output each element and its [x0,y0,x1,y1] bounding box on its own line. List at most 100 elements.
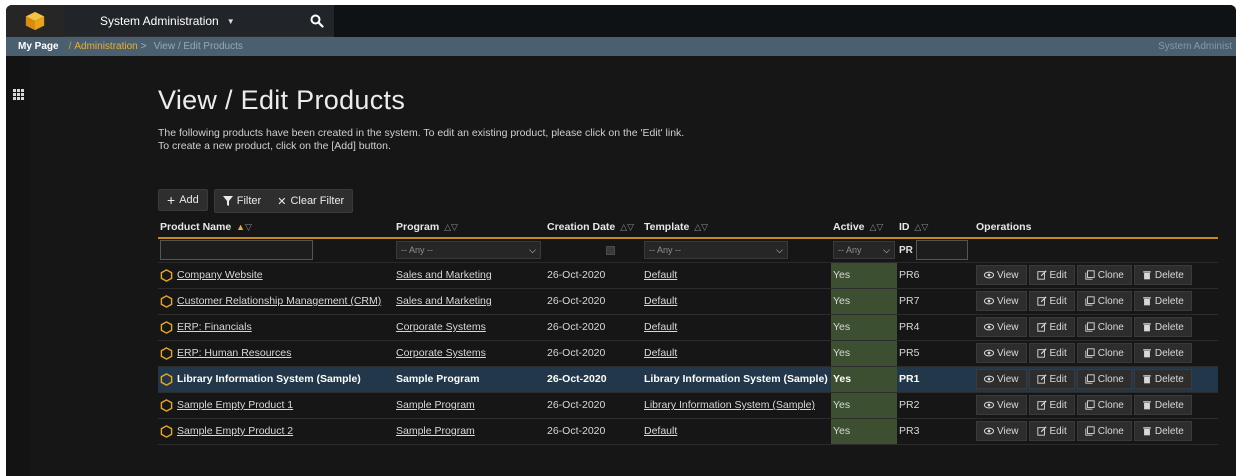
operations-cell: View Edit Clone Delete [976,317,1216,337]
product-name-link[interactable]: ERP: Human Resources [177,347,291,359]
delete-button[interactable]: Delete [1133,395,1192,415]
template-link[interactable]: Default [644,321,677,333]
app-logo[interactable] [6,5,64,37]
delete-button[interactable]: Delete [1133,265,1192,285]
program-link[interactable]: Sales and Marketing [396,269,492,281]
template-link[interactable]: Default [644,425,677,437]
clone-button[interactable]: Clone [1076,265,1132,285]
view-button[interactable]: View [976,343,1027,363]
program-link[interactable]: Corporate Systems [396,321,486,333]
edit-button[interactable]: Edit [1028,317,1075,337]
workspace-dropdown[interactable]: System Administration ▼ [100,14,235,28]
view-button[interactable]: View [976,421,1027,441]
creation-date-filter-checkbox[interactable] [606,245,615,255]
add-button[interactable]: + Add [158,189,208,211]
clone-button[interactable]: Clone [1076,291,1132,311]
breadcrumb-administration[interactable]: Administration [74,41,137,52]
search-button[interactable] [306,10,328,32]
view-button[interactable]: View [976,291,1027,311]
sort-arrows-icon[interactable]: △▽ [620,222,634,232]
col-header-creation-date[interactable]: Creation Date △▽ [545,216,642,239]
grid-menu-icon[interactable] [13,89,24,100]
clone-button[interactable]: Clone [1076,395,1132,415]
workspace-label: System Administration [100,14,219,28]
template-filter-select[interactable]: -- Any -- ⌵ [644,241,788,260]
table-row[interactable]: ERP: Human Resources Corporate Systems 2… [158,340,1218,367]
trash-icon [1143,271,1151,280]
col-header-active[interactable]: Active △▽ [831,216,897,239]
eye-icon [984,297,994,305]
edit-button[interactable]: Edit [1028,421,1075,441]
template-link[interactable]: Library Information System (Sample) [644,399,815,411]
creation-date-cell: 26-Oct-2020 [545,366,642,393]
clone-button[interactable]: Clone [1076,343,1132,363]
program-link[interactable]: Sample Program [396,373,479,385]
active-cell: Yes [831,262,897,289]
delete-button[interactable]: Delete [1133,291,1192,311]
program-link[interactable]: Sample Program [396,399,475,411]
product-name-link[interactable]: ERP: Financials [177,321,252,333]
header-row: Product Name ▲▽ Program △▽ Creation Date… [158,216,1218,239]
id-cell: PR4 [897,314,974,341]
product-name-link[interactable]: Library Information System (Sample) [177,373,361,385]
program-link[interactable]: Sales and Marketing [396,295,492,307]
clone-button[interactable]: Clone [1076,317,1132,337]
table-row[interactable]: Library Information System (Sample) Samp… [158,366,1218,393]
view-button[interactable]: View [976,395,1027,415]
view-button[interactable]: View [976,369,1027,389]
operations-cell: View Edit Clone Delete [976,291,1216,311]
product-name-link[interactable]: Company Website [177,269,263,281]
add-button-label: Add [179,194,199,206]
edit-button[interactable]: Edit [1028,265,1075,285]
table-row[interactable]: Customer Relationship Management (CRM) S… [158,288,1218,315]
creation-date-cell: 26-Oct-2020 [545,314,642,341]
edit-button[interactable]: Edit [1028,291,1075,311]
clone-icon [1085,374,1095,384]
breadcrumb-my-page[interactable]: My Page [18,41,59,52]
sort-arrows-icon[interactable]: △▽ [869,222,883,232]
sort-arrows-icon[interactable]: ▲▽ [236,222,252,232]
delete-button[interactable]: Delete [1133,343,1192,363]
sort-arrows-icon[interactable]: △▽ [914,222,928,232]
template-link[interactable]: Default [644,269,677,281]
clone-button[interactable]: Clone [1076,369,1132,389]
product-name-link[interactable]: Sample Empty Product 2 [177,425,293,437]
table-row[interactable]: Sample Empty Product 1 Sample Program 26… [158,392,1218,419]
sort-arrows-icon[interactable]: △▽ [694,222,708,232]
active-cell: Yes [831,314,897,341]
table-row[interactable]: ERP: Financials Corporate Systems 26-Oct… [158,314,1218,341]
product-name-link[interactable]: Customer Relationship Management (CRM) [177,295,381,307]
breadcrumb-current: View / Edit Products [153,41,243,52]
col-header-program[interactable]: Program △▽ [394,216,545,239]
col-header-product-name[interactable]: Product Name ▲▽ [158,216,394,239]
clone-icon [1085,426,1095,436]
edit-button[interactable]: Edit [1028,343,1075,363]
id-filter-input[interactable] [915,240,968,261]
clone-button[interactable]: Clone [1076,421,1132,441]
filter-button[interactable]: Filter [215,190,269,212]
view-button[interactable]: View [976,265,1027,285]
template-link[interactable]: Default [644,347,677,359]
sort-arrows-icon[interactable]: △▽ [444,222,458,232]
clear-filter-button[interactable]: ✕ Clear Filter [269,190,352,212]
edit-button[interactable]: Edit [1028,395,1075,415]
product-name-filter-input[interactable] [160,240,313,261]
edit-button[interactable]: Edit [1028,369,1075,389]
active-filter-select[interactable]: -- Any ⌵ [833,241,895,260]
table-row[interactable]: Company Website Sales and Marketing 26-O… [158,262,1218,289]
product-name-link[interactable]: Sample Empty Product 1 [177,399,293,411]
table-row[interactable]: Sample Empty Product 2 Sample Program 26… [158,418,1218,445]
program-link[interactable]: Sample Program [396,425,475,437]
chevron-down-icon: ⌵ [883,244,890,255]
delete-button[interactable]: Delete [1133,421,1192,441]
col-header-id[interactable]: ID △▽ [897,216,974,239]
template-link[interactable]: Library Information System (Sample) [644,373,828,385]
creation-date-cell: 26-Oct-2020 [545,288,642,315]
view-button[interactable]: View [976,317,1027,337]
delete-button[interactable]: Delete [1133,369,1192,389]
template-link[interactable]: Default [644,295,677,307]
col-header-template[interactable]: Template △▽ [642,216,831,239]
program-link[interactable]: Corporate Systems [396,347,486,359]
program-filter-select[interactable]: -- Any -- ⌵ [396,241,541,260]
delete-button[interactable]: Delete [1133,317,1192,337]
